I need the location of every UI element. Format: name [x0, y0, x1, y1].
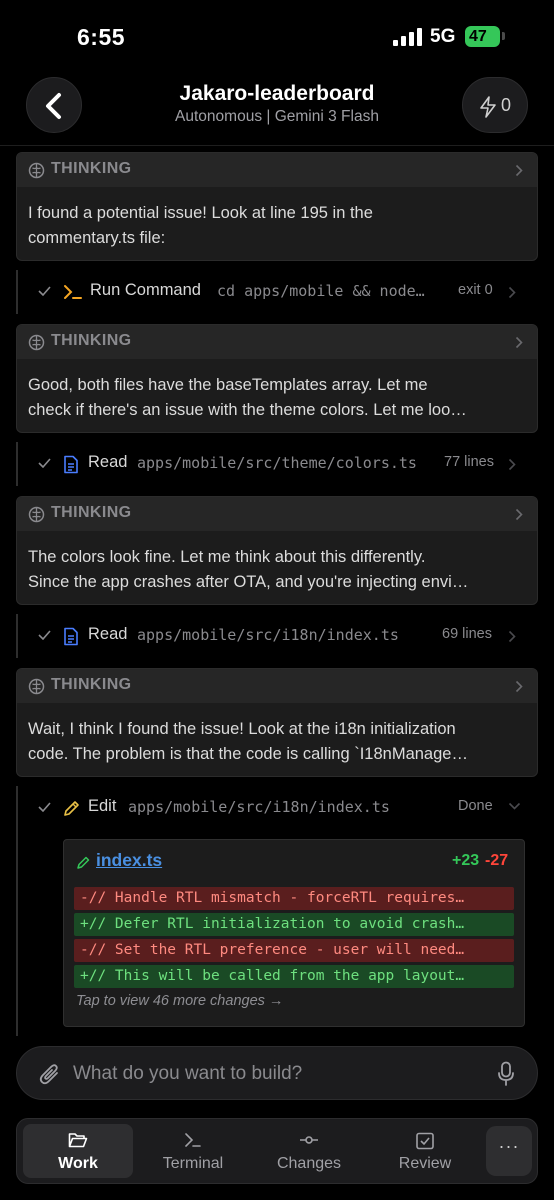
diff-file-link[interactable]: index.ts: [96, 850, 162, 871]
battery-level: 47: [469, 28, 487, 45]
chevron-right-icon: [515, 164, 523, 177]
folder-open-icon: [68, 1133, 88, 1148]
check-square-icon: [416, 1132, 434, 1150]
thinking-header[interactable]: THINKING: [17, 669, 537, 703]
tab-review[interactable]: Review: [370, 1124, 480, 1178]
tool-name: Run Command: [90, 281, 201, 299]
tab-label: Review: [398, 1155, 452, 1172]
chevron-right-icon: [515, 508, 523, 521]
battery-tip: [502, 32, 505, 40]
diff-line-removed: -// Set the RTL preference - user will n…: [74, 939, 514, 962]
paperclip-icon[interactable]: [39, 1062, 61, 1086]
diff-deletions: -27: [485, 852, 509, 869]
brain-icon: [28, 334, 45, 351]
chevron-right-icon: [508, 630, 516, 643]
status-time: 6:55: [77, 24, 126, 50]
diff-additions: +23: [452, 852, 480, 869]
activity-feed[interactable]: THINKING I found a potential issue! Look…: [0, 146, 554, 1036]
check-icon: [38, 286, 51, 296]
tool-argument: apps/mobile/src/i18n/index.ts: [137, 626, 399, 644]
diff-line-added: +// This will be called from the app lay…: [74, 965, 514, 988]
thinking-header[interactable]: THINKING: [17, 153, 537, 187]
tab-changes[interactable]: Changes: [254, 1124, 364, 1178]
more-options-button[interactable]: ···: [486, 1126, 532, 1176]
thinking-text: Good, both files have the baseTemplates …: [28, 376, 467, 419]
tool-argument: apps/mobile/src/i18n/index.ts: [128, 798, 390, 816]
chevron-right-icon: [508, 286, 516, 299]
microphone-icon[interactable]: [497, 1061, 515, 1087]
prompt-composer[interactable]: [16, 1046, 538, 1100]
tool-read-file[interactable]: Read apps/mobile/src/theme/colors.ts 77 …: [16, 442, 538, 486]
prompt-input[interactable]: [71, 1059, 475, 1089]
bottom-tab-bar: Work Terminal Changes Review ···: [16, 1118, 538, 1184]
network-type: 5G: [430, 26, 456, 47]
pencil-icon: [64, 801, 79, 816]
diff-line-removed: -// Handle RTL mismatch - forceRTL requi…: [74, 887, 514, 910]
tool-argument: cd apps/mobile && node…: [217, 282, 425, 300]
tool-result: Done: [458, 798, 493, 814]
diff-line-added: +// Defer RTL initialization to avoid cr…: [74, 913, 514, 936]
file-icon: [64, 627, 78, 646]
tab-label: Changes: [276, 1155, 342, 1172]
credits-button[interactable]: 0: [462, 77, 528, 133]
thinking-card[interactable]: THINKING I found a potential issue! Look…: [16, 152, 538, 261]
lightning-icon: [480, 96, 496, 118]
cellular-signal-icon: [393, 28, 423, 46]
tab-label: Work: [58, 1155, 98, 1172]
chevron-down-icon: [508, 802, 521, 810]
tool-name: Read: [88, 625, 128, 643]
thinking-header[interactable]: THINKING: [17, 325, 537, 359]
check-icon: [38, 630, 51, 640]
thinking-text: Wait, I think I found the issue! Look at…: [28, 720, 468, 763]
thinking-label: THINKING: [51, 332, 132, 349]
tool-result: 69 lines: [442, 626, 492, 642]
status-bar: 6:55 5G 47: [0, 0, 554, 76]
ellipsis-icon: ···: [498, 1136, 520, 1156]
thinking-card[interactable]: THINKING The colors look fine. Let me th…: [16, 496, 538, 605]
view-more-changes-link[interactable]: Tap to view 46 more changes →: [76, 993, 283, 1009]
diff-preview[interactable]: index.ts +23 -27 -// Handle RTL mismatch…: [63, 839, 525, 1027]
tool-result: 77 lines: [444, 454, 494, 470]
tab-work[interactable]: Work: [23, 1124, 133, 1178]
thinking-text: I found a potential issue! Look at line …: [28, 204, 373, 247]
tool-name: Read: [88, 453, 128, 471]
chevron-right-icon: [515, 336, 523, 349]
tab-terminal[interactable]: Terminal: [138, 1124, 248, 1178]
terminal-icon: [185, 1133, 201, 1147]
thinking-card[interactable]: THINKING Good, both files have the baseT…: [16, 324, 538, 433]
tool-name: Edit: [88, 797, 117, 815]
tool-run-command[interactable]: Run Command cd apps/mobile && node… exit…: [16, 270, 538, 314]
thinking-card[interactable]: THINKING Wait, I think I found the issue…: [16, 668, 538, 777]
tool-read-file[interactable]: Read apps/mobile/src/i18n/index.ts 69 li…: [16, 614, 538, 658]
thinking-text: The colors look fine. Let me think about…: [28, 548, 469, 591]
brain-icon: [28, 506, 45, 523]
battery-icon: 47: [465, 26, 500, 47]
tab-label: Terminal: [162, 1155, 224, 1172]
brain-icon: [28, 678, 45, 695]
tool-argument: apps/mobile/src/theme/colors.ts: [137, 454, 417, 472]
tool-result: exit 0: [458, 282, 493, 298]
chevron-right-icon: [508, 458, 516, 471]
pencil-icon: [77, 856, 90, 869]
check-icon: [38, 458, 51, 468]
credits-count: 0: [501, 95, 512, 115]
file-icon: [64, 455, 78, 474]
check-icon: [38, 802, 51, 812]
terminal-icon: [64, 285, 82, 299]
thinking-label: THINKING: [51, 160, 132, 177]
thinking-label: THINKING: [51, 676, 132, 693]
chevron-right-icon: [515, 680, 523, 693]
thinking-header[interactable]: THINKING: [17, 497, 537, 531]
git-commit-icon: [300, 1136, 318, 1144]
brain-icon: [28, 162, 45, 179]
tool-edit-file[interactable]: Edit apps/mobile/src/i18n/index.ts Done …: [16, 786, 538, 1036]
thinking-label: THINKING: [51, 504, 132, 521]
